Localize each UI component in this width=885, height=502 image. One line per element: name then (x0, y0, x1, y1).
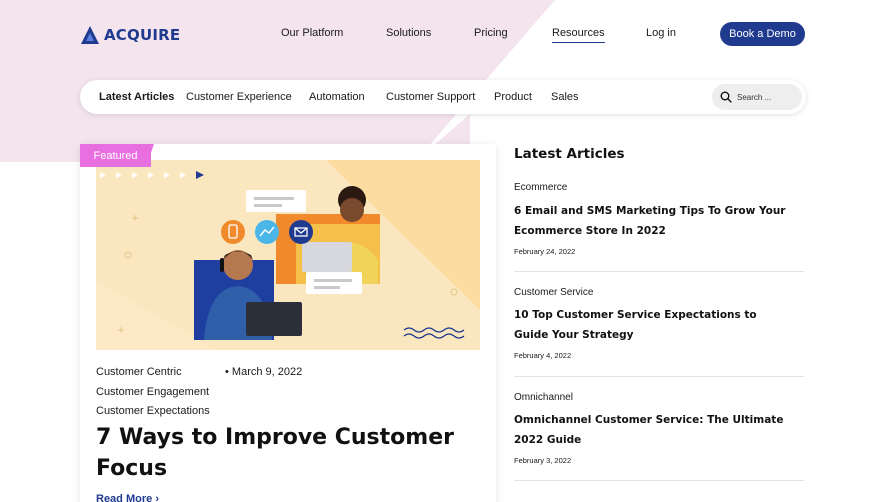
search-input[interactable] (737, 92, 797, 102)
article-title[interactable]: Omnichannel Customer Service: The Ultima… (514, 410, 794, 450)
page: ACQUIRE Our Platform Solutions Pricing R… (0, 0, 885, 502)
article-category[interactable]: Omnichannel (514, 392, 573, 403)
category-bar: Latest Articles Customer Experience Auto… (80, 80, 806, 114)
tag-customer-centric[interactable]: Customer Centric (96, 366, 182, 378)
featured-hero-image (96, 160, 480, 350)
article-title[interactable]: 10 Top Customer Service Expectations to … (514, 305, 794, 345)
featured-badge: Featured (80, 144, 151, 167)
article-divider (514, 271, 804, 272)
featured-article-title[interactable]: 7 Ways to Improve Customer Focus (96, 422, 476, 484)
search-icon (720, 91, 732, 103)
category-automation[interactable]: Automation (309, 91, 365, 103)
article-category[interactable]: Customer Service (514, 287, 593, 298)
search-box[interactable] (712, 84, 802, 110)
article-title[interactable]: 6 Email and SMS Marketing Tips To Grow Y… (514, 201, 794, 241)
read-more-label: Read More (96, 493, 153, 502)
article-divider (514, 376, 804, 377)
nav-log-in[interactable]: Log in (646, 27, 676, 39)
tag-customer-expectations[interactable]: Customer Expectations (96, 405, 210, 417)
nav-resources[interactable]: Resources (552, 27, 605, 43)
site-header: ACQUIRE Our Platform Solutions Pricing R… (0, 0, 885, 68)
nav-pricing[interactable]: Pricing (474, 27, 508, 39)
article-date: February 3, 2022 (514, 456, 572, 465)
tag-customer-engagement[interactable]: Customer Engagement (96, 386, 209, 398)
article-date: February 4, 2022 (514, 351, 572, 360)
article-divider (514, 480, 804, 481)
article-category[interactable]: Ecommerce (514, 182, 567, 193)
book-demo-button[interactable]: Book a Demo (720, 22, 805, 46)
nav-solutions[interactable]: Solutions (386, 27, 431, 39)
category-product[interactable]: Product (494, 91, 532, 103)
nav-our-platform[interactable]: Our Platform (281, 27, 343, 39)
featured-badge-notch (146, 144, 154, 167)
article-date: February 24, 2022 (514, 247, 576, 256)
category-latest-articles[interactable]: Latest Articles (99, 91, 174, 103)
latest-articles-heading: Latest Articles (514, 146, 625, 162)
category-customer-support[interactable]: Customer Support (386, 91, 475, 103)
chevron-right-icon: › (155, 493, 159, 502)
category-sales[interactable]: Sales (551, 91, 579, 103)
category-customer-experience[interactable]: Customer Experience (186, 91, 292, 103)
featured-date: • March 9, 2022 (225, 366, 303, 378)
read-more-link[interactable]: Read More › (96, 493, 159, 502)
